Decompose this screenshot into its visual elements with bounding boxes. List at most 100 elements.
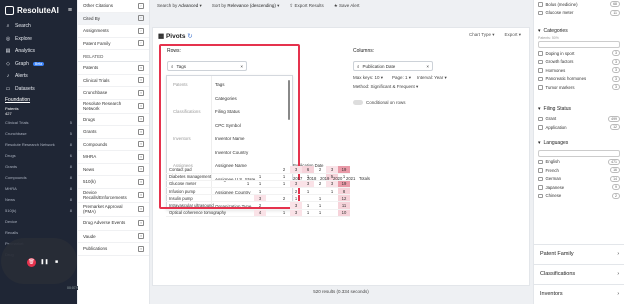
citation-item[interactable]: Other Citations › — [78, 0, 149, 13]
categories-header[interactable]: ▾ Categories — [534, 25, 624, 36]
sidebar-item-explore[interactable]: ◎ Explore — [0, 33, 77, 46]
filter-option[interactable]: Grant 499 — [534, 115, 624, 124]
checkbox[interactable] — [538, 51, 543, 56]
filter-option[interactable]: Hormones 3 — [534, 66, 624, 75]
filter-option[interactable]: French 16 — [534, 166, 624, 175]
related-item[interactable]: Compounds ≡ — [78, 139, 149, 151]
inventors-section[interactable]: Inventors › — [534, 284, 624, 303]
dropdown-option[interactable]: Categories — [215, 96, 237, 101]
checkbox[interactable] — [538, 2, 543, 7]
sidebar-item-alerts[interactable]: ♪ Alerts — [0, 70, 77, 83]
related-item[interactable]: 510(k) ≡ — [78, 176, 149, 189]
filter-option[interactable]: German 14 — [534, 175, 624, 184]
checkbox[interactable] — [538, 159, 543, 164]
project-item[interactable]: Compounds 8 — [0, 172, 77, 183]
stop-icon[interactable]: ■ — [52, 258, 61, 267]
checkbox[interactable] — [538, 10, 543, 15]
checkbox[interactable] — [538, 116, 543, 121]
project-item[interactable]: Crunchbase 5 — [0, 128, 77, 139]
dropdown-option[interactable]: CPC Symbol — [215, 123, 241, 128]
sidebar-item-search[interactable]: ⌕ Search — [0, 20, 77, 33]
checkbox[interactable] — [538, 68, 543, 73]
columns-input[interactable]: ⌕ Publication Date × — [353, 61, 433, 71]
dropdown-option[interactable]: Filing Status — [215, 109, 240, 114]
languages-header[interactable]: ▾ Languages — [534, 138, 624, 149]
clear-icon[interactable]: × — [426, 64, 429, 69]
checkbox[interactable] — [538, 176, 543, 181]
related-item[interactable]: Drugs ≡ — [78, 114, 149, 126]
related-item[interactable]: Device Recalls/Enforcements ≡ — [78, 189, 149, 203]
filter-option[interactable]: Tumor markers 3 — [534, 83, 624, 92]
checkbox[interactable] — [538, 193, 543, 198]
filter-option[interactable]: Pancreatic hormones 3 — [534, 75, 624, 84]
checkbox[interactable] — [538, 59, 543, 64]
related-item[interactable]: Premarket Approval (PMA) ≡ — [78, 203, 149, 217]
filter-option[interactable]: Japanese 9 — [534, 183, 624, 192]
related-item[interactable]: News ≡ — [78, 164, 149, 176]
categories-search[interactable] — [538, 41, 620, 48]
project-item[interactable]: MHRA 8 — [0, 183, 77, 194]
scrollbar[interactable] — [288, 80, 290, 120]
checkbox[interactable] — [538, 85, 543, 90]
filing-status-header[interactable]: ▾ Filing Status — [534, 104, 624, 115]
project-item[interactable]: Recalls — [0, 227, 77, 238]
chart-type-dropdown[interactable]: Chart Type ▾ — [469, 32, 494, 38]
hamburger-icon[interactable]: ≡ — [68, 7, 72, 14]
rows-input[interactable]: ⌕ Tags × — [167, 61, 247, 71]
related-item[interactable]: Crunchbase ≡ — [78, 87, 149, 100]
project-item[interactable]: Device — [0, 216, 77, 227]
related-item[interactable]: MHRA ≡ — [78, 151, 149, 164]
filter-option[interactable]: English 471 — [534, 158, 624, 167]
related-item[interactable]: Vaude ≡ — [78, 231, 149, 243]
sidebar-item-analytics[interactable]: ▤ Analytics — [0, 45, 77, 58]
sidebar-item-datasets[interactable]: ▭ Datasets — [0, 83, 77, 96]
filter-option[interactable]: Doping in sport 3 — [534, 49, 624, 58]
export-results-button[interactable]: ⇪ Export Results — [289, 3, 323, 9]
project-item[interactable]: 510(k) 8 — [0, 205, 77, 216]
save-alert-button[interactable]: ★ Save Alert — [334, 3, 360, 9]
dropdown-option[interactable]: Inventor Name — [215, 136, 245, 141]
sidebar-item-graph[interactable]: ◇ Graph Beta — [0, 58, 77, 71]
classifications-section[interactable]: Classifications › — [534, 264, 624, 283]
patent-family-section[interactable]: Patent Family › — [534, 244, 624, 263]
clear-icon[interactable]: × — [240, 64, 243, 69]
logo[interactable]: ResoluteAI ≡ — [0, 0, 77, 20]
export-dropdown[interactable]: Export ▾ — [504, 32, 521, 38]
sort-by[interactable]: Sort by Relevance (descending) ▾ — [212, 3, 280, 9]
conditional-toggle[interactable]: Conditional on rows — [353, 100, 406, 105]
related-item[interactable]: Grants ≡ — [78, 126, 149, 139]
project-patents[interactable]: Patents 427 — [0, 105, 77, 117]
related-item[interactable]: Patents ≡ — [78, 62, 149, 75]
checkbox[interactable] — [538, 185, 543, 190]
checkbox[interactable] — [538, 168, 543, 173]
checkbox[interactable] — [538, 76, 543, 81]
search-by[interactable]: Search by Advanced ▾ — [157, 3, 202, 9]
interval-select[interactable]: Interval: Year ▾ — [417, 75, 447, 81]
filter-option[interactable]: Growth factors 3 — [534, 58, 624, 67]
max-keys-select[interactable]: Max keys: 10 ▾ — [353, 75, 383, 81]
checkbox[interactable] — [538, 125, 543, 130]
related-item[interactable]: Resolute Research Network ≡ — [78, 100, 149, 114]
dropdown-option[interactable]: Tags — [215, 82, 225, 87]
page-select[interactable]: Page: 1 ▾ — [392, 75, 411, 81]
filter-option[interactable]: Chinese 2 — [534, 192, 624, 201]
filter-option[interactable]: Glucose meter 11 — [534, 9, 624, 18]
pause-icon[interactable]: ❚❚ — [40, 258, 49, 267]
languages-search[interactable] — [538, 149, 620, 157]
method-select[interactable]: Method: Significant & Frequent ▾ — [353, 84, 418, 90]
citation-item[interactable]: Assignments › — [78, 25, 149, 38]
project-item[interactable]: Clinical Trials 5 — [0, 117, 77, 128]
filter-option[interactable]: Bolus (medicine) 68 — [534, 0, 624, 9]
section-foundation[interactable]: Foundation — [0, 95, 77, 105]
filter-option[interactable]: Application 12 — [534, 123, 624, 132]
dropdown-option[interactable]: Inventor Country — [215, 150, 248, 155]
related-item[interactable]: Drug Adverse Events ≡ — [78, 217, 149, 231]
project-item[interactable]: Grants 8 — [0, 161, 77, 172]
citation-item[interactable]: Patent Family › — [78, 38, 149, 50]
project-item[interactable]: Resolute Research Network 8 — [0, 139, 77, 150]
related-item[interactable]: Clinical Trials ≡ — [78, 75, 149, 87]
project-item[interactable]: Drugs 6 — [0, 150, 77, 161]
delete-recording-icon[interactable]: 🗑 — [27, 258, 36, 267]
project-item[interactable]: News 8 — [0, 194, 77, 205]
citation-item[interactable]: Cited By › — [78, 12, 149, 25]
